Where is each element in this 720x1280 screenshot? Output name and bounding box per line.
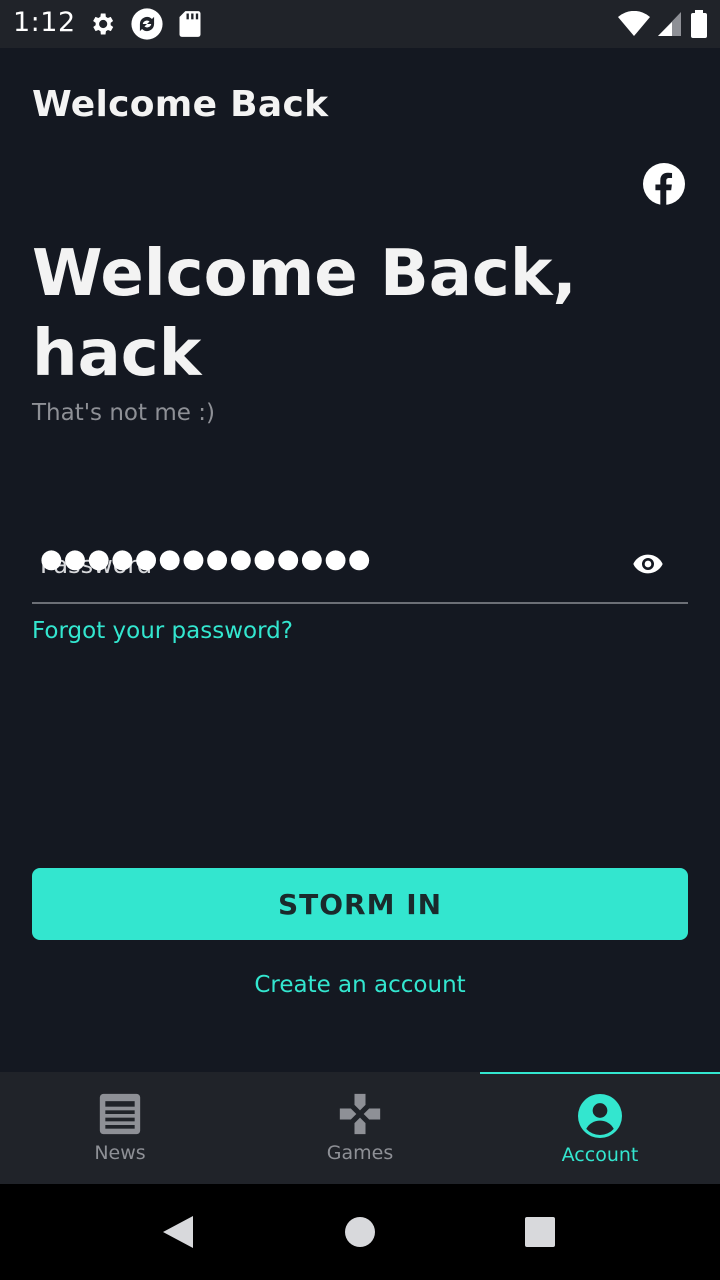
facebook-icon[interactable]: [643, 163, 685, 205]
create-account-link[interactable]: Create an account: [0, 972, 720, 998]
system-nav-bar: [0, 1184, 720, 1280]
nav-label-account: Account: [561, 1144, 639, 1166]
nav-item-news[interactable]: News: [0, 1072, 240, 1184]
gamepad-icon: [339, 1093, 381, 1135]
status-right-icons: [618, 10, 708, 38]
gear-icon: [93, 13, 114, 35]
welcome-heading: Welcome Back, hack: [32, 237, 577, 391]
sd-card-icon: [179, 11, 201, 37]
nav-item-games[interactable]: Games: [240, 1072, 480, 1184]
news-icon: [99, 1093, 141, 1135]
forgot-password-link[interactable]: Forgot your password?: [32, 618, 293, 644]
eye-icon[interactable]: [632, 550, 664, 578]
app-title: Welcome Back: [32, 84, 329, 125]
nav-item-account[interactable]: Account: [480, 1072, 720, 1184]
recents-icon[interactable]: [524, 1216, 556, 1248]
password-field[interactable]: Password ●●●●●●●●●●●●●●: [32, 530, 688, 604]
nav-label-games: Games: [326, 1142, 394, 1164]
cellular-signal-icon: [658, 12, 681, 36]
storm-in-button[interactable]: STORM IN: [32, 868, 688, 940]
status-bar: 1:12: [0, 0, 720, 48]
wifi-icon: [618, 11, 650, 36]
not-me-link[interactable]: That's not me :): [32, 400, 215, 426]
password-value[interactable]: ●●●●●●●●●●●●●●: [40, 544, 372, 574]
back-icon[interactable]: [163, 1216, 193, 1248]
nav-label-news: News: [94, 1142, 146, 1164]
home-icon[interactable]: [344, 1216, 376, 1248]
status-time: 1:12: [13, 7, 76, 38]
bottom-nav: News Games Account: [0, 1072, 720, 1184]
media-sync-icon: [131, 8, 163, 40]
account-icon: [578, 1094, 622, 1138]
battery-icon: [691, 10, 707, 38]
